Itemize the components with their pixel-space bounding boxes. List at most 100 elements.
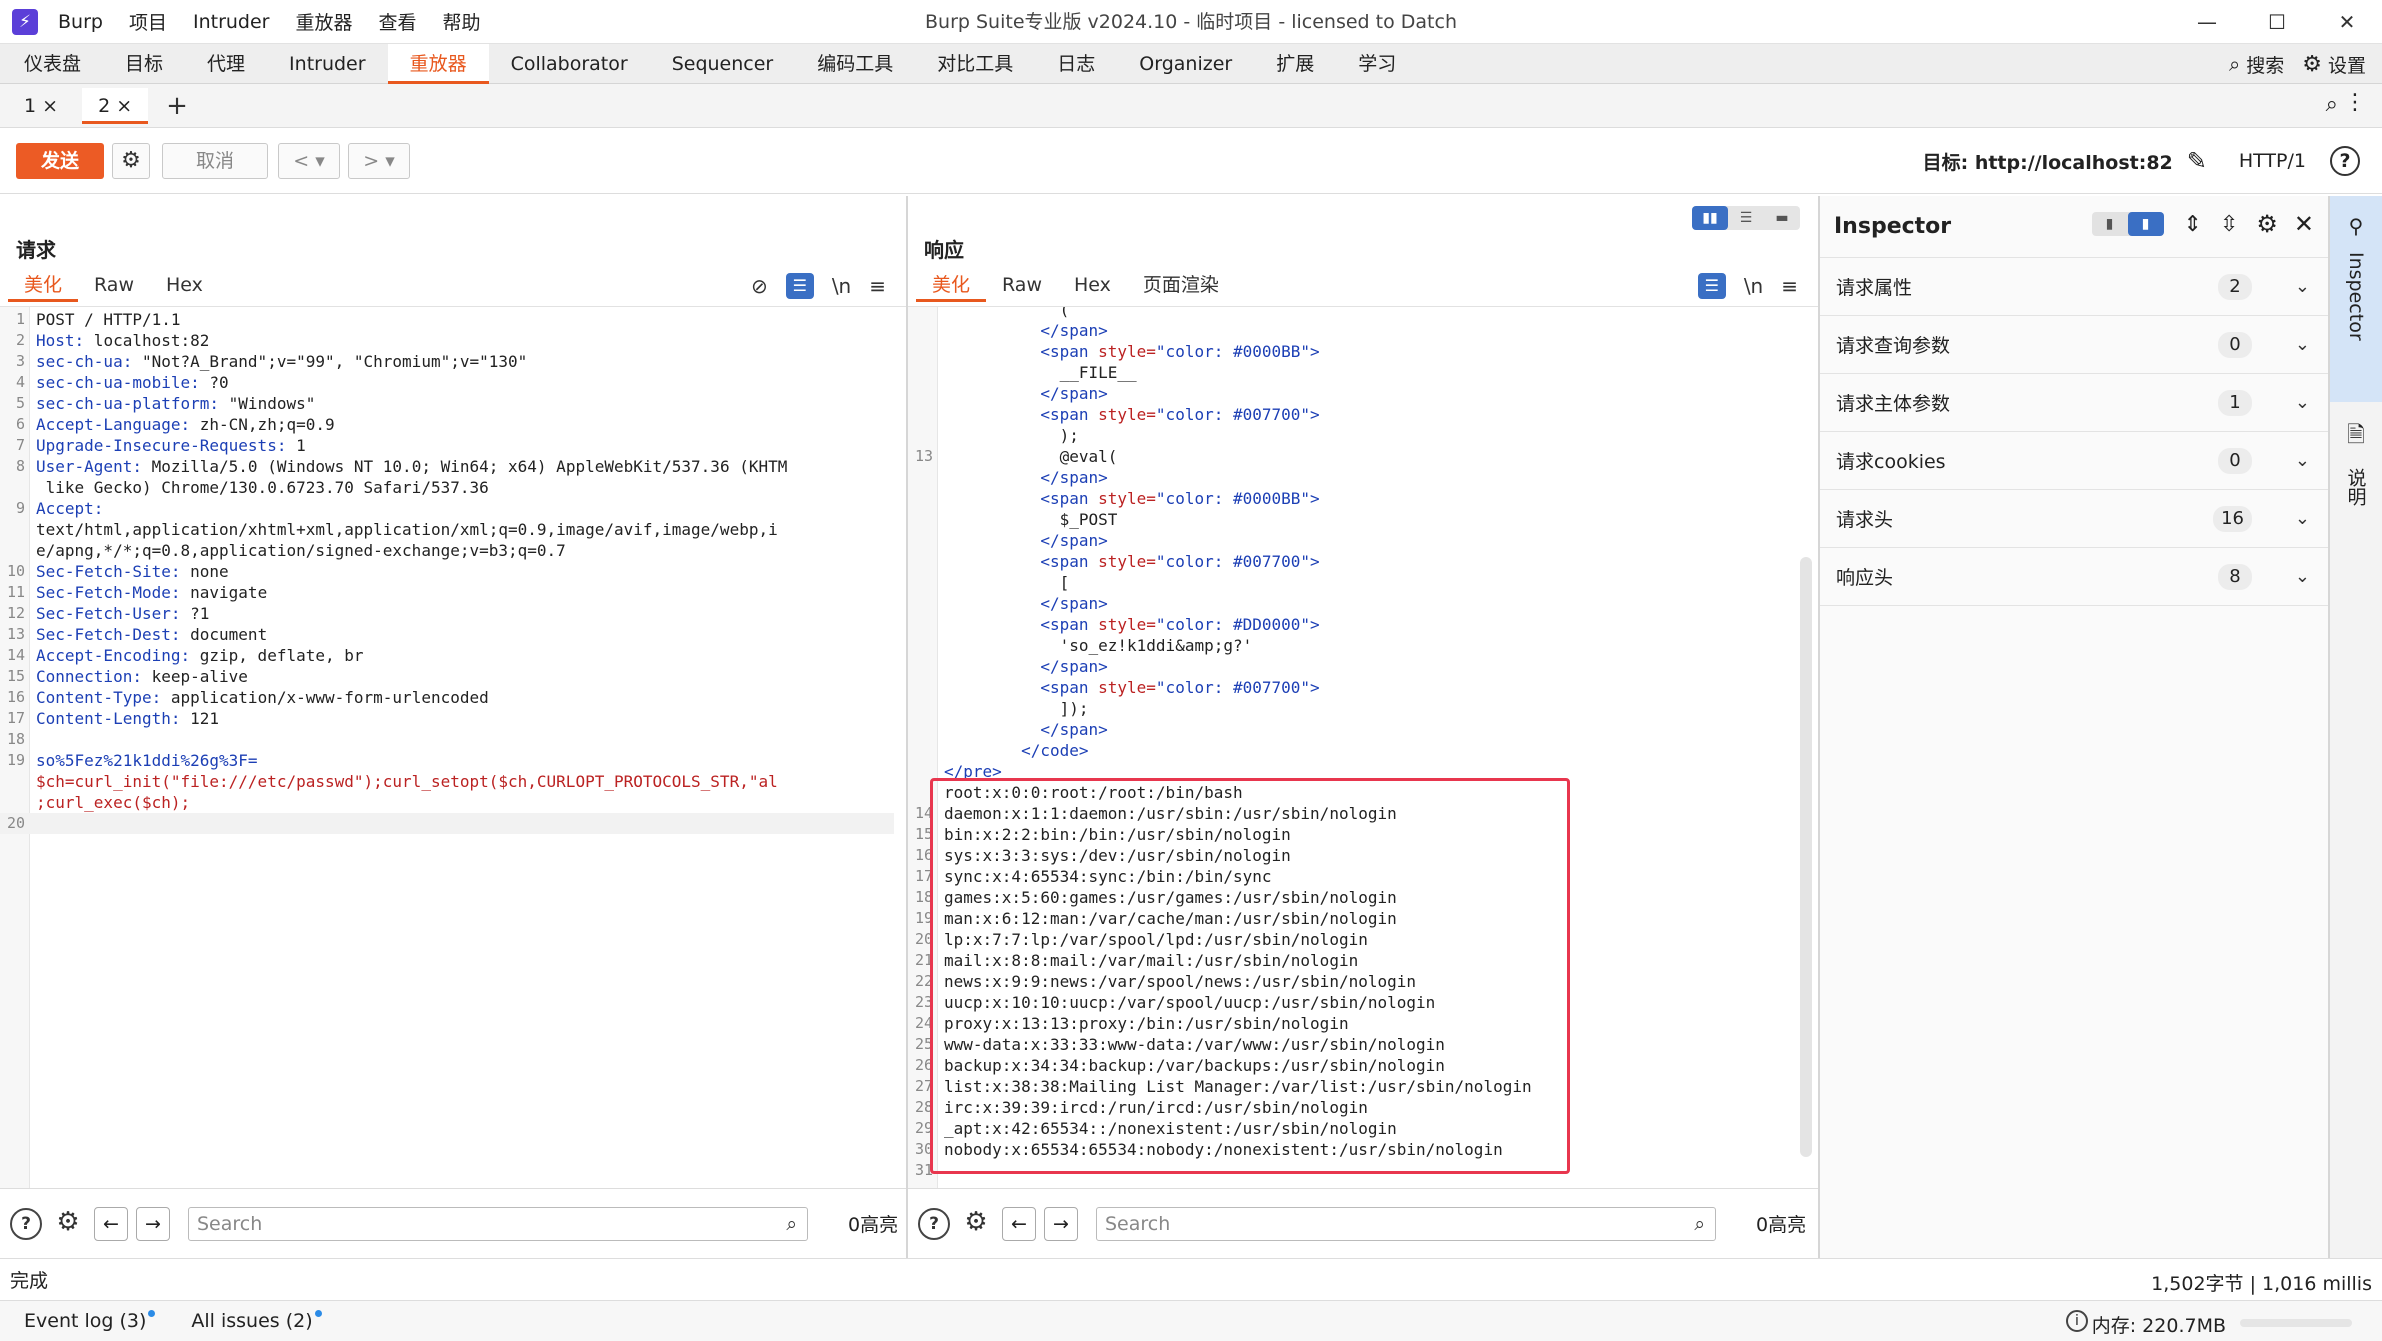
main-tab-9[interactable]: 日志 [1035,44,1117,84]
hide-nonprintable-icon[interactable]: ⊘ [751,274,768,298]
menu-item-2[interactable]: Intruder [193,11,270,33]
add-tab-button[interactable]: + [166,91,188,121]
expand-all-icon[interactable]: ⇕ [2184,212,2202,237]
menu-item-5[interactable]: 帮助 [443,8,481,35]
repeater-tab-2[interactable]: 2 × [82,87,149,124]
request-editor[interactable]: 1 POST / HTTP/1.1 2 Host: localhost:82 3 sec-… [0,306,906,1188]
menu-item-0[interactable]: Burp [58,11,103,33]
layout-tabs-icon[interactable]: ▬ [1764,206,1800,230]
main-tab-5[interactable]: Collaborator [489,44,650,84]
inspector-section-row[interactable]: 请求查询参数 0 ⌄ [1820,316,2328,374]
send-button[interactable]: 发送 [16,142,104,179]
newline-toggle-icon[interactable]: \n [1744,274,1763,298]
history-back-button[interactable]: < ▾ [278,142,340,179]
edit-pencil-icon[interactable]: ✎ [2187,147,2207,175]
main-tab-0[interactable]: 仪表盘 [2,44,103,84]
newline-toggle-icon[interactable]: \n [832,274,851,298]
all-issues-link[interactable]: All issues (2) [191,1310,322,1332]
gear-icon[interactable]: ⚙ [2302,52,2322,77]
main-tab-8[interactable]: 对比工具 [915,44,1035,84]
help-icon[interactable]: ? [10,1207,42,1240]
editor-menu-icon[interactable]: ≡ [1781,274,1798,298]
protocol-label[interactable]: HTTP/1 [2239,150,2306,172]
collapse-all-icon[interactable]: ⇳ [2220,212,2238,237]
menu-item-4[interactable]: 查看 [379,8,417,35]
response-scrollbar[interactable] [1800,557,1812,1157]
request-search-input[interactable]: Search ⌕ [188,1206,808,1241]
sidebar-tab-inspector[interactable]: ⚲ Inspector [2330,196,2382,402]
response-view-tab[interactable]: Hex [1058,270,1127,302]
request-view-tab[interactable]: Hex [150,270,219,302]
history-forward-button[interactable]: > ▾ [348,142,410,179]
response-view-tab[interactable]: 美化 [916,270,987,302]
prev-match-button[interactable]: ← [94,1206,128,1241]
layout-side-by-side-icon[interactable]: ▮▮ [1692,206,1728,230]
chevron-down-icon[interactable]: ⌄ [2295,334,2310,355]
help-icon[interactable]: ? [2330,146,2360,176]
inspector-layout-left-icon[interactable]: ▮ [2092,212,2128,236]
close-icon[interactable]: ✕ [2294,210,2314,238]
minimize-button[interactable]: — [2172,0,2242,44]
send-settings-button[interactable]: ⚙ [112,142,150,179]
main-tab-1[interactable]: 目标 [103,44,185,84]
menu-item-1[interactable]: 项目 [129,8,167,35]
next-match-button[interactable]: → [1044,1206,1078,1241]
inspector-section-row[interactable]: 请求主体参数 1 ⌄ [1820,374,2328,432]
target-label[interactable]: 目标: http://localhost:82 [1923,148,2173,175]
tab-menu-icon[interactable]: ⋮ [2344,90,2366,115]
prev-match-button[interactable]: ← [1002,1206,1036,1241]
inspector-section-row[interactable]: 请求属性 2 ⌄ [1820,258,2328,316]
response-line: ]); [908,698,1818,719]
response-view-tab[interactable]: 页面渲染 [1127,270,1235,302]
request-view-tab[interactable]: 美化 [8,270,79,302]
gear-icon[interactable]: ⚙ [960,1208,992,1240]
line-number: 4 [15,373,25,391]
wrap-lines-icon[interactable]: ☰ [1697,273,1726,299]
global-search-label[interactable]: 搜索 [2246,51,2284,78]
menu-item-3[interactable]: 重放器 [295,8,352,35]
main-tab-2[interactable]: 代理 [185,44,267,84]
main-tab-12[interactable]: 学习 [1336,44,1418,84]
cancel-button[interactable]: 取消 [162,142,268,179]
help-icon[interactable]: ? [918,1207,950,1240]
header-key: Accept: [36,499,104,518]
close-window-button[interactable]: ✕ [2312,0,2382,44]
chevron-down-icon[interactable]: ⌄ [2295,450,2310,471]
main-tab-7[interactable]: 编码工具 [795,44,915,84]
repeater-tab-1[interactable]: 1 × [8,88,74,124]
main-tab-10[interactable]: Organizer [1117,44,1254,84]
line-number: 5 [15,394,25,412]
main-tab-3[interactable]: Intruder [267,44,388,84]
main-tab-6[interactable]: Sequencer [650,44,796,84]
sidebar-tab-notes[interactable]: 🗎 说明 [2330,418,2382,528]
line-text: <span style="color: #007700"> [944,552,1320,571]
inspector-section-row[interactable]: 请求cookies 0 ⌄ [1820,432,2328,490]
chevron-down-icon[interactable]: ⌄ [2295,566,2310,587]
search-icon[interactable]: ⌕ [2229,52,2240,76]
main-tab-4[interactable]: 重放器 [387,43,489,84]
chevron-down-icon[interactable]: ⌄ [2295,276,2310,297]
gear-icon[interactable]: ⚙ [2256,210,2278,238]
response-search-input[interactable]: Search ⌕ [1096,1206,1716,1241]
layout-stacked-icon[interactable]: ☰ [1728,206,1764,230]
inspector-section-row[interactable]: 请求头 16 ⌄ [1820,490,2328,548]
response-line: <span style="color: #DD0000"> [908,614,1818,635]
tab-search-icon[interactable]: ⌕ [2326,92,2338,117]
gear-icon[interactable]: ⚙ [52,1208,84,1240]
main-tab-11[interactable]: 扩展 [1254,44,1336,84]
inspector-layout-right-icon[interactable]: ▮ [2127,212,2164,236]
chevron-down-icon[interactable]: ⌄ [2295,392,2310,413]
line-number [908,614,938,635]
maximize-button[interactable]: ☐ [2242,0,2312,44]
inspector-section-row[interactable]: 响应头 8 ⌄ [1820,548,2328,606]
next-match-button[interactable]: → [136,1206,170,1241]
settings-label[interactable]: 设置 [2328,51,2366,78]
chevron-down-icon[interactable]: ⌄ [2295,508,2310,529]
line-text: Content-Length: 121 [30,708,906,729]
request-view-tab[interactable]: Raw [78,270,150,302]
event-log-link[interactable]: Event log (3) [24,1310,156,1332]
repeater-tabs: 1 × 2 × + ⌕ ⋮ [0,84,2382,128]
response-view-tab[interactable]: Raw [986,270,1058,302]
wrap-lines-icon[interactable]: ☰ [785,273,814,299]
editor-menu-icon[interactable]: ≡ [869,274,886,298]
